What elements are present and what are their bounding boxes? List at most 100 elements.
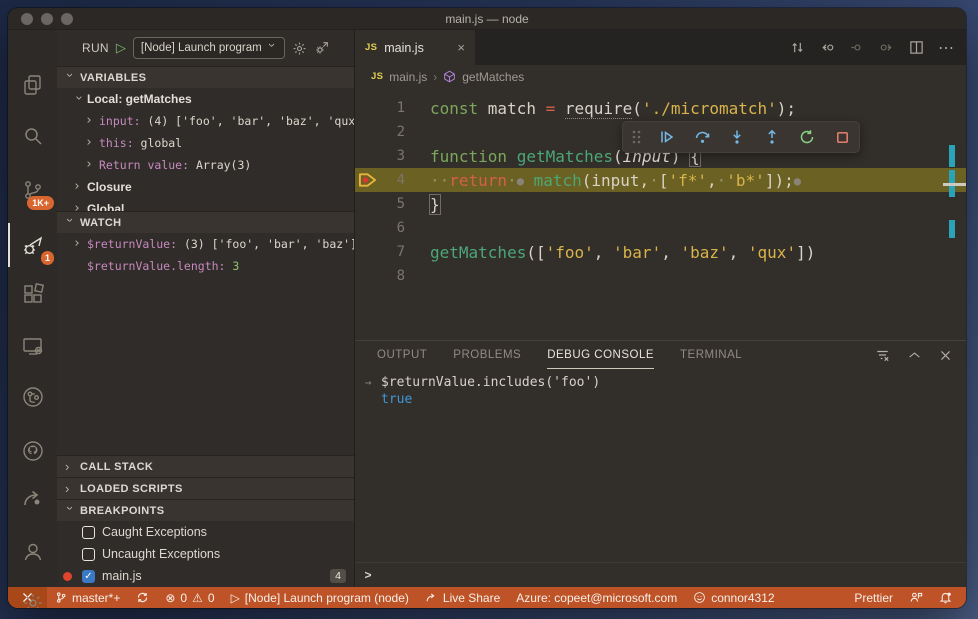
start-debug-button[interactable]: ▷ [116,40,126,56]
notifications-button[interactable] [931,587,960,608]
variables-section-header[interactable]: › VARIABLES [57,66,354,88]
editor-group: JS main.js × ⋯ JS main.js › getMatches 1… [355,30,966,587]
feedback-button[interactable] [901,587,931,608]
status-bar: master*+ ⊗ 0 ⚠ 0 ▷ [Node] Launch program… [8,587,966,608]
chevron-icon[interactable]: › [85,114,95,127]
breadcrumb-file[interactable]: main.js [389,70,427,84]
launch-config-dropdown[interactable]: [Node] Launch program › [132,37,285,59]
code-text: ··return·● match(input,·['f*',·'b*']);● [430,170,801,190]
gear-icon [293,42,306,54]
breakpoint-row[interactable]: Caught Exceptions [57,521,354,543]
panel-tab-problems[interactable]: PROBLEMS [453,341,521,369]
chevron-icon[interactable]: › [73,202,83,211]
current-statement-breakpoint-icon [358,173,376,187]
close-tab-icon[interactable]: × [457,40,465,55]
loaded-scripts-section-header[interactable]: › LOADED SCRIPTS [57,477,354,499]
step-over-button[interactable] [693,129,711,145]
sidebar-item-explorer[interactable] [8,61,57,109]
console-expression: $returnValue.includes('foo') [381,375,601,390]
sidebar-item-live-share[interactable] [8,474,57,522]
chevron-icon: › [65,458,70,474]
prettier-status[interactable]: Prettier [846,587,901,608]
variable-row[interactable]: › Return value: Array(3) [57,154,354,176]
sidebar-item-settings[interactable] [8,579,57,608]
sidebar-item-azure[interactable] [8,373,57,421]
debug-sidebar: RUN ▷ [Node] Launch program › › VARIABLE… [57,30,355,587]
watch-row[interactable]: › $returnValue: (3) ['foo', 'bar', 'baz'] [57,233,354,255]
variable-row[interactable]: › this: global [57,132,354,154]
remote-explorer-icon [22,338,42,355]
breakpoint-gutter[interactable] [355,171,379,189]
next-change-icon[interactable] [879,40,895,55]
filter-icon[interactable] [875,348,890,362]
breakpoint-count-badge: 4 [330,569,346,583]
chevron-icon[interactable]: › [85,158,95,171]
variable-row[interactable]: › Local: getMatches [57,88,354,110]
panel-tab-output[interactable]: OUTPUT [377,341,427,369]
compare-dot-icon[interactable] [849,40,865,55]
azure-account-status[interactable]: Azure: copeet@microsoft.com [508,587,685,608]
breakpoint-checkbox[interactable]: ✓ [82,569,95,583]
panel-tab-debug-console[interactable]: DEBUG CONSOLE [547,341,655,369]
code-editor[interactable]: 1 const match = require('./micromatch'); 2… [355,88,966,340]
live-share-icon [23,490,39,506]
line-number: 4 [396,172,405,188]
chevron-icon[interactable]: › [71,94,86,104]
step-into-button[interactable] [728,129,746,145]
split-editor-icon[interactable] [909,40,924,55]
breakpoint-checkbox[interactable] [82,525,95,539]
sidebar-item-run-and-debug[interactable]: 1 [8,221,57,269]
sidebar-item-extensions[interactable] [8,270,57,318]
prettier-label: Prettier [854,590,893,605]
continue-button[interactable] [658,129,676,145]
call-stack-section-header[interactable]: › CALL STACK [57,455,354,477]
more-actions-icon[interactable]: ⋯ [938,38,954,58]
breakpoints-section-header[interactable]: › BREAKPOINTS [57,499,354,521]
tab-bar: JS main.js × ⋯ [355,30,966,65]
debug-target-status[interactable]: ▷ [Node] Launch program (node) [223,587,417,608]
debug-console-input[interactable]: > [355,562,966,587]
sidebar-item-accounts[interactable] [8,528,57,576]
variable-row[interactable]: › Closure [57,176,354,198]
sidebar-item-github[interactable] [8,427,57,475]
stop-button[interactable] [833,130,851,145]
console-input-chevron: > [364,568,372,582]
sync-status[interactable] [128,587,157,608]
chevron-icon[interactable]: › [85,136,95,149]
panel-tab-terminal[interactable]: TERMINAL [680,341,742,369]
symbol-method-icon [444,70,456,83]
sidebar-item-search[interactable] [8,112,57,160]
toolbar-drag-handle[interactable] [631,130,641,144]
variable-row[interactable]: › Global [57,198,354,211]
problems-status[interactable]: ⊗ 0 ⚠ 0 [157,587,222,608]
github-account-status[interactable]: connor4312 [685,587,782,608]
debug-settings-button[interactable] [292,41,307,56]
breakpoint-checkbox[interactable] [82,547,95,561]
watch-row[interactable]: ›$returnValue.length: 3 [57,255,354,277]
sidebar-item-remote-explorer[interactable] [8,322,57,370]
breakpoint-row[interactable]: Uncaught Exceptions [57,543,354,565]
breadcrumb-symbol[interactable]: getMatches [462,70,524,84]
step-out-button[interactable] [763,129,781,145]
sidebar-item-source-control[interactable]: 1K+ [8,166,57,214]
variable-row[interactable]: › input: (4) ['foo', 'bar', 'baz', 'qux'] [57,110,354,132]
sync-icon [138,592,148,603]
open-launch-config-button[interactable] [314,40,330,56]
restart-button[interactable] [798,129,816,145]
code-line: 8 [355,264,966,288]
breadcrumb[interactable]: JS main.js › getMatches [355,65,966,88]
chevron-icon[interactable]: › [73,180,83,193]
live-share-status[interactable]: Live Share [417,587,508,608]
watch-section-header[interactable]: › WATCH [57,211,354,233]
debug-console-output[interactable]: → $returnValue.includes('foo') true [355,369,966,562]
tab-main-js[interactable]: JS main.js × [355,30,475,65]
open-changes-icon[interactable] [790,40,805,55]
previous-change-icon[interactable] [819,40,835,55]
git-branch-status[interactable]: master*+ [47,587,128,608]
breakpoint-row[interactable]: ✓ main.js 4 [57,565,354,587]
maximize-panel-icon[interactable] [908,349,921,362]
close-panel-icon[interactable] [939,349,952,362]
chevron-icon[interactable]: › [73,237,83,250]
chevron-icon: › [63,505,78,511]
editor-title-actions: ⋯ [790,30,954,65]
